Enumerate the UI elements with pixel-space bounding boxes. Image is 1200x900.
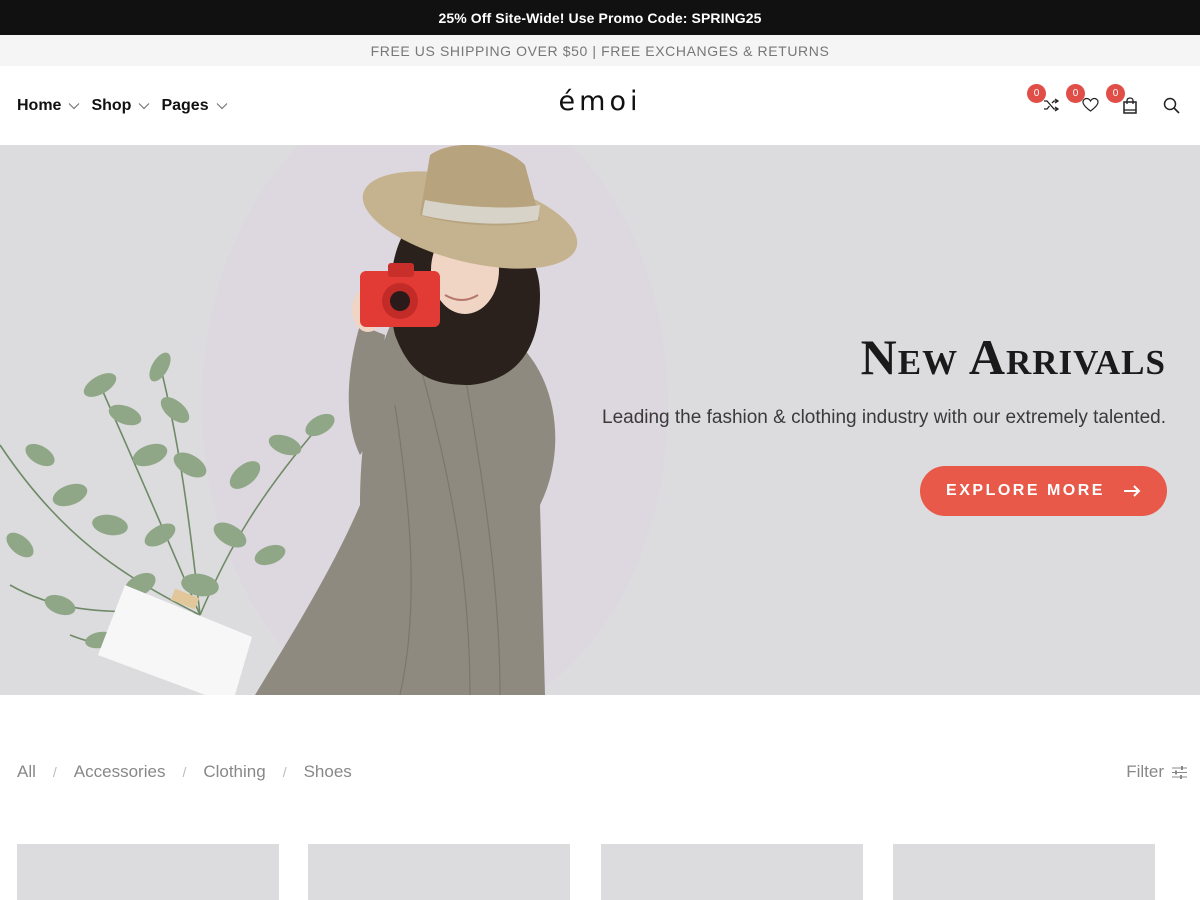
cart-button[interactable]: 0 — [1106, 84, 1142, 117]
promo-text: 25% Off Site-Wide! Use Promo Code: SPRIN… — [438, 9, 762, 26]
category-separator: / — [182, 764, 187, 780]
product-card[interactable] — [893, 844, 1155, 900]
category-separator: / — [52, 764, 57, 780]
category-tab-all[interactable]: All — [17, 762, 36, 782]
hero-image — [0, 145, 578, 695]
category-tab-shoes[interactable]: Shoes — [304, 762, 352, 782]
explore-more-button[interactable]: EXPLORE MORE — [920, 466, 1167, 516]
category-filters: All / Accessories / Clothing / Shoes — [17, 762, 352, 782]
chevron-down-icon — [69, 102, 80, 109]
shipping-text: FREE US SHIPPING OVER $50 | FREE EXCHANG… — [370, 42, 830, 59]
shuffle-icon — [1044, 98, 1059, 112]
filter-label: Filter — [1126, 762, 1164, 781]
hero-banner: New Arrivals Leading the fashion & cloth… — [0, 145, 1200, 695]
category-tab-accessories[interactable]: Accessories — [74, 762, 166, 782]
heart-icon — [1081, 97, 1099, 112]
sliders-icon — [1172, 765, 1187, 779]
search-icon — [1163, 97, 1180, 114]
cart-count-badge: 0 — [1106, 84, 1125, 103]
shopping-bag-icon — [1123, 96, 1137, 114]
promo-bar: 25% Off Site-Wide! Use Promo Code: SPRIN… — [0, 0, 1200, 35]
product-card[interactable] — [17, 844, 279, 900]
arrow-right-icon — [1123, 485, 1141, 497]
compare-button[interactable]: 0 — [1027, 84, 1063, 117]
nav-item-label: Home — [17, 96, 62, 114]
wishlist-button[interactable]: 0 — [1066, 84, 1102, 117]
shipping-bar: FREE US SHIPPING OVER $50 | FREE EXCHANG… — [0, 35, 1200, 66]
nav-item-shop[interactable]: Shop — [91, 97, 150, 115]
product-card[interactable] — [601, 844, 863, 900]
product-card[interactable] — [308, 844, 570, 900]
nav-item-pages[interactable]: Pages — [161, 96, 228, 115]
category-separator: / — [282, 764, 287, 780]
wishlist-count-badge: 0 — [1066, 84, 1085, 103]
nav-item-label: Shop — [91, 96, 132, 114]
explore-more-label: EXPLORE MORE — [946, 482, 1105, 499]
category-tab-clothing[interactable]: Clothing — [203, 762, 265, 782]
nav-item-home[interactable]: Home — [17, 97, 80, 115]
chevron-down-icon — [139, 102, 150, 109]
nav-item-label: Pages — [161, 96, 209, 114]
chevron-down-icon — [216, 102, 228, 109]
hero-title: New Arrivals — [860, 329, 1166, 385]
main-nav: Home Shop Pages — [17, 66, 228, 145]
site-header: Home Shop Pages émoi 0 0 0 — [0, 66, 1200, 145]
hero-subtitle: Leading the fashion & clothing industry … — [602, 407, 1166, 428]
filter-button[interactable]: Filter — [1126, 762, 1187, 782]
site-logo[interactable]: émoi — [540, 86, 660, 117]
search-button[interactable] — [1159, 93, 1183, 117]
compare-count-badge: 0 — [1027, 84, 1046, 103]
